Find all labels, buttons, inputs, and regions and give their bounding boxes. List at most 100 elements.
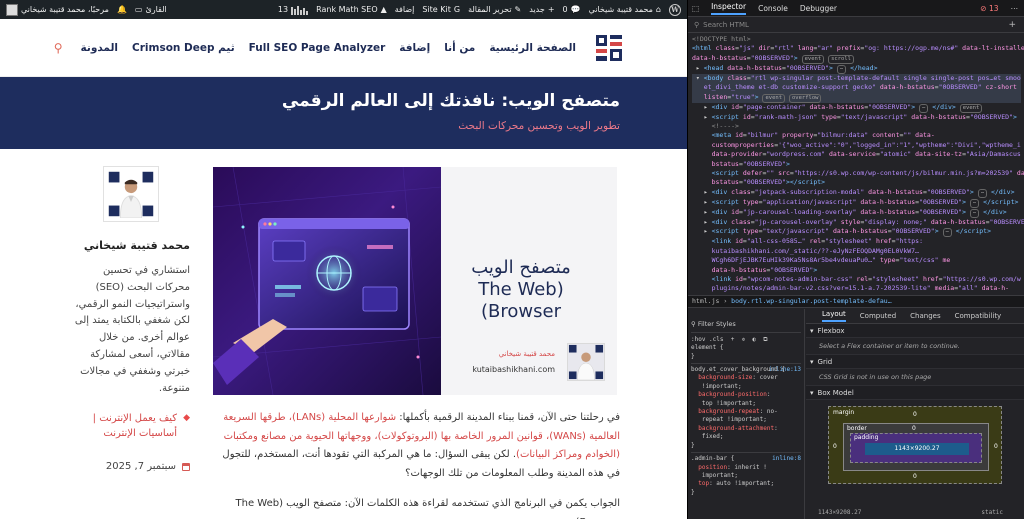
stats-link[interactable]: 13 (278, 5, 309, 15)
account-link[interactable]: مرحبًا، محمد قتيبة شيخاني (6, 3, 109, 16)
new-content-link[interactable]: + جديد (529, 5, 554, 14)
comments-link[interactable]: 💬 0 (563, 5, 581, 14)
box-border: border 0 padding 1143×9200.27 (843, 423, 989, 471)
html-tree[interactable]: <!DOCTYPE html> <html class="js" dir="rt… (688, 33, 1024, 295)
layout-pane: Layout Computed Changes Compatibility ▾ F… (806, 309, 1024, 519)
add-node-icon[interactable]: + (1008, 20, 1016, 30)
tab-computed[interactable]: Computed (860, 312, 896, 320)
comment-icon: 💬 (570, 5, 581, 14)
chevron-down-icon: ▾ (810, 326, 814, 335)
pencil-icon: ✎ (514, 5, 522, 14)
site-logo[interactable] (594, 32, 624, 63)
reader-link[interactable]: القارئ ▭ (135, 5, 167, 14)
site-name-link[interactable]: ⌂ محمد قتيبة شيخاني (589, 5, 661, 14)
grid-message: CSS Grid is not in use on this page (806, 369, 1024, 386)
featured-text: متصفح الويب (The Web Browser) محمد قتيبة… (441, 167, 617, 395)
element-dimensions: 1143×9208.27 static (818, 509, 1004, 516)
stats-bars-icon (291, 5, 309, 15)
reader-icon: ▭ (134, 5, 143, 14)
html-search-input[interactable]: Search HTML (703, 21, 749, 29)
margin-left-value[interactable]: 0 (833, 443, 837, 450)
author-bio: استشاري في تحسين محركات البحث (SEO) واست… (74, 265, 190, 394)
main-nav: الصفحة الرئيسية من أنا إضافة Full SEO Pa… (54, 41, 576, 55)
grid-section-header[interactable]: ▾ Grid (806, 355, 1024, 369)
html-search-bar[interactable]: ⚲ Search HTML + (688, 17, 1024, 33)
post-categories: ◆ كيف يعمل الإنترنت | أساسيات الإنترنت (72, 411, 190, 441)
article-paragraph: في رحلتنا حتى الآن، قمنا ببناء المدينة ا… (222, 412, 620, 479)
post-content-area: محمد قتيبة شيخاني استشاري في تحسين محركا… (0, 149, 687, 519)
box-padding: padding 1143×9200.27 (850, 433, 982, 463)
nav-item-seo-analyzer[interactable]: Full SEO Page Analyzer (249, 42, 386, 54)
admin-bar-left: القارئ ▭ 🔔 مرحبًا، محمد قتيبة شيخاني (6, 0, 167, 19)
padding-label: padding (854, 434, 879, 441)
filter-icon: ⚲ (691, 320, 696, 329)
border-top-value[interactable]: 0 (912, 425, 916, 432)
flexbox-message: Select a Flex container or item to conti… (806, 338, 1024, 355)
tag-icon: ◆ (183, 413, 190, 424)
tab-changes[interactable]: Changes (910, 312, 940, 320)
plus-icon: + (547, 5, 555, 14)
devtools-panel: ⬚ Inspector Console Debugger ⊘ 13 ⋯ ⚲ Se… (687, 0, 1024, 519)
google-g-icon: G (453, 5, 461, 14)
article-paragraph: الجواب يكمن في البرنامج الذي تستخدمه لقر… (235, 498, 621, 519)
tab-console[interactable]: Console (758, 4, 788, 13)
post-title: متصفح الويب: نافذتك إلى العالم الرقمي (281, 91, 620, 111)
author-photo (103, 166, 159, 222)
author-sidebar: محمد قتيبة شيخاني استشاري في تحسين محركا… (72, 166, 190, 472)
tab-inspector[interactable]: Inspector (711, 2, 747, 15)
browser-illustration (213, 167, 442, 395)
margin-label: margin (833, 409, 855, 416)
post-date: سبتمبر 7, 2025 (72, 461, 190, 472)
search-icon[interactable]: ⚲ (54, 41, 63, 55)
nav-item-theme[interactable]: ثيم Crimson Deep (132, 42, 235, 54)
boxmodel-section-header[interactable]: ▾ Box Model (806, 386, 1024, 400)
pick-element-icon[interactable]: ⬚ (692, 4, 699, 13)
browser-illustration-graphic (213, 167, 442, 395)
rules-toolbar: ⚲ Filter Styles (691, 320, 801, 333)
category-links[interactable]: كيف يعمل الإنترنت | أساسيات الإنترنت (72, 411, 177, 441)
flexbox-section-header[interactable]: ▾ Flexbox (806, 324, 1024, 338)
featured-title: متصفح الويب (The Web Browser) (437, 257, 605, 323)
wp-admin-bar: W ⌂ محمد قتيبة شيخاني 💬 0 + جديد ✎ تحرير الم… (0, 0, 687, 19)
margin-top-value[interactable]: 0 (913, 411, 917, 418)
margin-right-value[interactable]: 0 (994, 443, 998, 450)
border-label: border (847, 425, 867, 432)
featured-site: kutaibashikhani.com (472, 365, 555, 374)
rankmath-link[interactable]: ▲ Rank Math SEO (316, 5, 387, 14)
chevron-down-icon: ▾ (810, 357, 814, 366)
featured-author: محمد قتيبة شيخاني (498, 350, 555, 358)
rankmath-icon: ▲ (380, 5, 387, 14)
error-count-badge[interactable]: ⊘ 13 (980, 4, 998, 13)
element-position: static (981, 509, 1004, 516)
post-date-text: سبتمبر 7, 2025 (105, 461, 176, 473)
edit-post-link[interactable]: ✎ تحرير المقالة (468, 5, 521, 14)
layout-tabs: Layout Computed Changes Compatibility (806, 309, 1024, 324)
add-link[interactable]: إضافة (395, 5, 415, 14)
notifications-icon[interactable]: 🔔 (117, 5, 127, 14)
wordpress-logo-icon[interactable]: W (669, 3, 681, 16)
article-body: في رحلتنا حتى الآن، قمنا ببناء المدينة ا… (213, 409, 620, 519)
css-rules-pane: ⚲ Filter Styles:hov .cls + ✲ ◐ ⧉ element… (688, 309, 805, 519)
post-subtitle: تطوير الويب وتحسين محركات البحث (458, 120, 620, 132)
filter-styles-input[interactable]: Filter Styles (698, 320, 736, 328)
author-name[interactable]: محمد قتيبة شيخاني (72, 239, 190, 252)
tab-layout[interactable]: Layout (822, 310, 846, 322)
more-options-icon[interactable]: ⋯ (1011, 4, 1019, 13)
tab-debugger[interactable]: Debugger (800, 4, 837, 13)
devtools-tabs: ⬚ Inspector Console Debugger ⊘ 13 ⋯ (688, 0, 1024, 17)
search-icon: ⚲ (694, 20, 700, 29)
breadcrumb-body[interactable]: body.rtl.wp-singular.post-template-defau… (731, 297, 891, 305)
site-header: الصفحة الرئيسية من أنا إضافة Full SEO Pa… (0, 19, 687, 77)
box-content-size[interactable]: 1143×9200.27 (865, 443, 969, 455)
featured-title-ar: متصفح الويب (471, 257, 571, 278)
chevron-down-icon: ▾ (810, 388, 814, 397)
margin-bottom-value[interactable]: 0 (913, 473, 917, 480)
nav-item-add[interactable]: إضافة (399, 42, 430, 54)
breadcrumb-html[interactable]: html.js (692, 297, 719, 305)
featured-author-photo (567, 343, 605, 381)
sitekit-link[interactable]: G Site Kit (422, 5, 460, 14)
nav-item-about[interactable]: من أنا (444, 42, 475, 54)
tab-compatibility[interactable]: Compatibility (955, 312, 1002, 320)
nav-item-blog[interactable]: المدونة (81, 42, 118, 54)
nav-item-home[interactable]: الصفحة الرئيسية (489, 42, 576, 54)
